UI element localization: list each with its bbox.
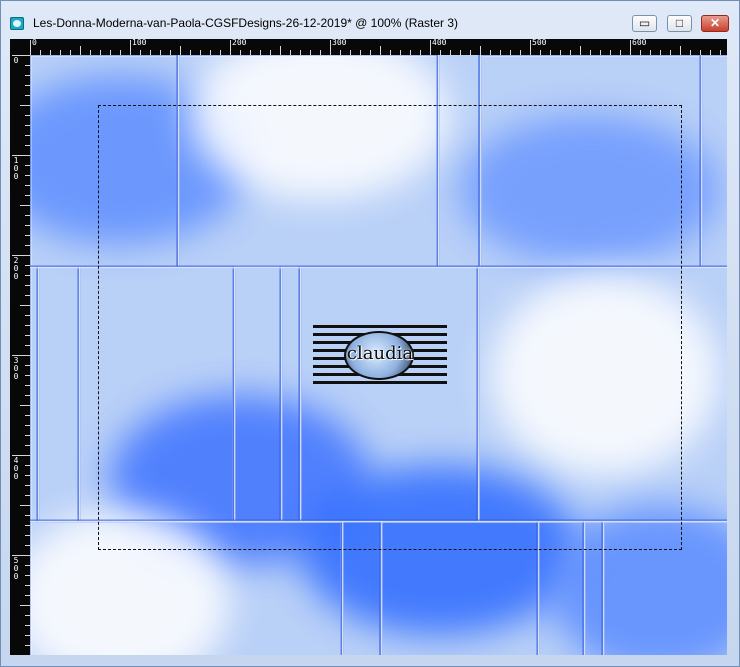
- ruler-tick: [20, 305, 30, 306]
- ruler-corner: [10, 39, 30, 55]
- title-bar[interactable]: Les-Donna-Moderna-van-Paola-CGSFDesigns-…: [2, 2, 738, 36]
- vertical-edge: [699, 55, 703, 266]
- horizontal-ruler-label: 0: [32, 39, 37, 47]
- ruler-tick: [130, 40, 131, 55]
- vertical-edge: [36, 266, 40, 521]
- horizontal-ruler-label: 100: [132, 39, 147, 47]
- image-canvas[interactable]: claudia: [30, 55, 727, 655]
- claudia-watermark: claudia: [313, 323, 447, 389]
- ruler-tick: [180, 46, 181, 55]
- horizontal-ruler-label: 300: [332, 39, 347, 47]
- ruler-tick: [280, 46, 281, 55]
- ruler-tick: [230, 40, 231, 55]
- close-icon: ✕: [709, 16, 721, 30]
- vertical-ruler-label: 4 0 0: [13, 456, 19, 481]
- ruler-tick: [20, 505, 30, 506]
- ruler-tick: [480, 46, 481, 55]
- ruler-tick: [20, 105, 30, 106]
- horizontal-ruler-label: 200: [232, 39, 247, 47]
- close-button[interactable]: ✕: [701, 15, 729, 32]
- horizontal-ruler-label: 400: [432, 39, 447, 47]
- ruler-tick: [630, 40, 631, 55]
- image-window: Les-Donna-Moderna-van-Paola-CGSFDesigns-…: [0, 0, 740, 667]
- vertical-ruler-label: 3 0 0: [13, 356, 19, 381]
- maximize-icon: □: [675, 16, 684, 30]
- ruler-tick: [20, 405, 30, 406]
- horizontal-ruler-label: 500: [532, 39, 547, 47]
- logo-stripe: [313, 325, 447, 328]
- vertical-ruler-label: 0: [13, 56, 19, 65]
- ruler-tick: [430, 40, 431, 55]
- vertical-ruler-label: 2 0 0: [13, 256, 19, 281]
- ruler-tick: [380, 46, 381, 55]
- vertical-edge: [77, 266, 81, 521]
- minimize-icon: ▭: [638, 16, 651, 30]
- maximize-button[interactable]: □: [667, 15, 692, 32]
- paint-shop-pro-icon: [10, 17, 24, 30]
- ruler-tick: [80, 46, 81, 55]
- ruler-tick: [20, 605, 30, 606]
- logo-stripe: [313, 381, 447, 384]
- vertical-ruler-label: 1 0 0: [13, 156, 19, 181]
- ruler-tick: [580, 46, 581, 55]
- vertical-ruler-label: 5 0 0: [13, 556, 19, 581]
- logo-text: claudia: [346, 343, 414, 364]
- vertical-ruler[interactable]: 0 1 0 0 2 0 0 3 0 0 4 0 0 5 0 0: [10, 55, 30, 655]
- window-title: Les-Donna-Moderna-van-Paola-CGSFDesigns-…: [33, 16, 459, 30]
- minimize-button[interactable]: ▭: [632, 15, 657, 32]
- ruler-tick: [30, 40, 31, 55]
- ruler-tick: [530, 40, 531, 55]
- horizontal-ruler[interactable]: 0 100 200 300 400 500 600: [30, 39, 727, 55]
- ruler-tick: [20, 205, 30, 206]
- ruler-tick: [680, 46, 681, 55]
- horizontal-ruler-label: 600: [632, 39, 647, 47]
- ruler-tick: [330, 40, 331, 55]
